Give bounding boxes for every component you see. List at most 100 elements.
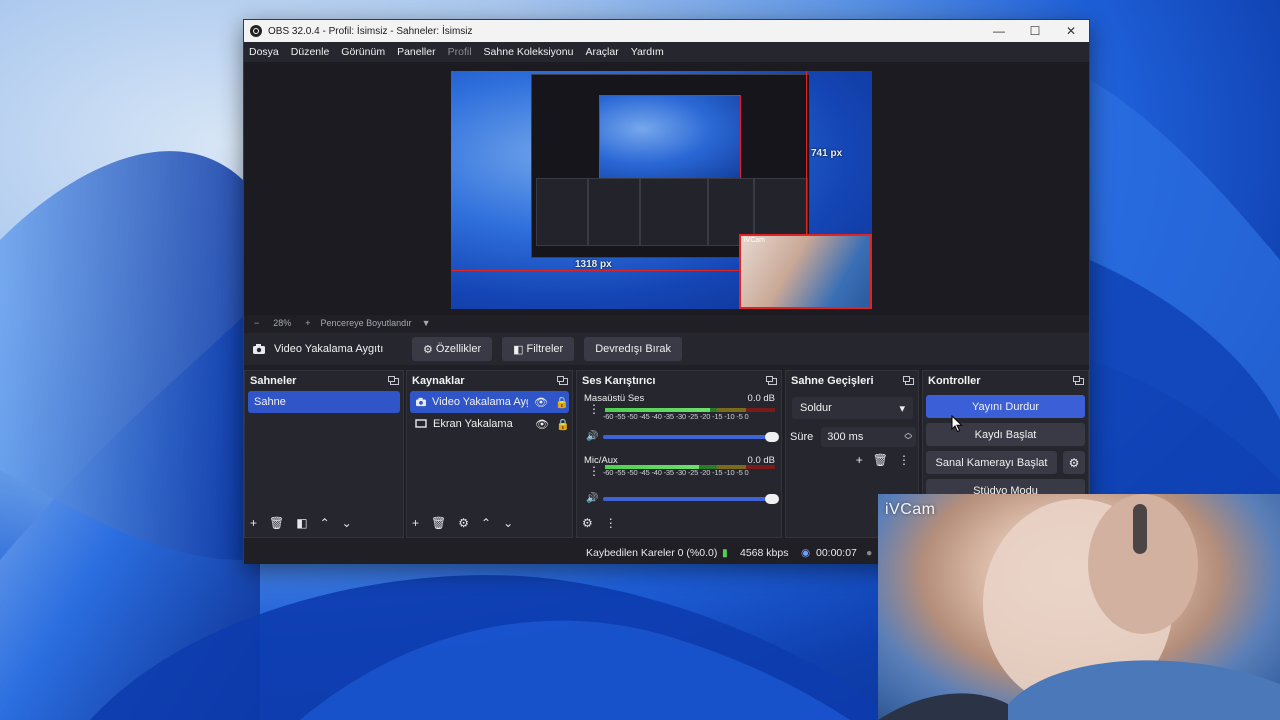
record-indicator-icon: ● xyxy=(866,547,873,559)
undock-icon[interactable] xyxy=(557,375,568,385)
cam-box-label: iVCam xyxy=(744,237,766,244)
more-icon[interactable]: ⋮ xyxy=(588,465,600,477)
filter-icon[interactable]: ◧ xyxy=(296,516,307,530)
duration-label: Süre xyxy=(790,431,814,443)
source-name: Video Yakalama Aygıtı xyxy=(274,343,384,355)
obs-window: OBS 32.0.4 - Profil: İsimsiz - Sahneler:… xyxy=(243,19,1090,564)
signal-icon: ▮ xyxy=(722,547,728,559)
scenes-dock: Sahneler Sahne + 🗑 ◧ ⌃ ⌄ xyxy=(244,370,404,538)
broadcast-icon: ◉ xyxy=(801,547,811,559)
menu-paneller[interactable]: Paneller xyxy=(397,46,436,58)
chevron-up-icon[interactable]: ⌃ xyxy=(481,516,491,530)
nested-panel xyxy=(640,178,708,246)
lock-icon[interactable]: 🔒 xyxy=(555,396,569,409)
menu-sahne-koleksiyonu[interactable]: Sahne Koleksiyonu xyxy=(484,46,574,58)
guide-line-vertical xyxy=(806,71,807,235)
more-icon[interactable]: ⋮ xyxy=(605,516,617,530)
transitions-title: Sahne Geçişleri xyxy=(791,375,874,387)
stop-stream-button[interactable]: Yayını Durdur xyxy=(926,395,1085,418)
menu-profil: Profil xyxy=(447,46,472,58)
source-item-video[interactable]: Video Yakalama Aygı 👁 🔒 xyxy=(410,391,569,413)
gears-icon[interactable]: ⚙ xyxy=(582,516,593,530)
minimize-button[interactable]: — xyxy=(981,20,1017,42)
zoom-bar: − 28% + Pencereye Boyutlandır ▼ xyxy=(244,316,1089,330)
gear-icon: ⚙ xyxy=(423,343,433,356)
trash-icon[interactable]: 🗑 xyxy=(873,453,888,467)
menu-gorunum[interactable]: Görünüm xyxy=(341,46,385,58)
source-label: Ekran Yakalama xyxy=(433,418,513,430)
zoom-out-button[interactable]: − xyxy=(254,318,259,328)
slider-knob[interactable] xyxy=(765,432,779,442)
menu-duzenle[interactable]: Düzenle xyxy=(291,46,330,58)
transition-select[interactable]: Soldur ▾ xyxy=(792,397,913,419)
slider-knob[interactable] xyxy=(765,494,779,504)
speaker-icon[interactable]: 🔊 xyxy=(586,431,598,442)
volume-slider[interactable] xyxy=(603,432,779,442)
virtual-camera-settings-button[interactable]: ⚙ xyxy=(1063,451,1085,474)
filter-icon: ◧ xyxy=(513,343,524,356)
virtual-camera-button[interactable]: Sanal Kamerayı Başlat xyxy=(926,451,1057,474)
menu-bar: Dosya Düzenle Görünüm Paneller Profil Sa… xyxy=(244,42,1089,62)
mixer-channel: Mic/Aux 0.0 dB ⋮ -60 -55 -50 -45 -40 -35… xyxy=(577,453,781,513)
ivcam-webcam-overlay: iVCam xyxy=(878,494,1280,720)
undock-icon[interactable] xyxy=(903,375,914,385)
speaker-icon[interactable]: 🔊 xyxy=(586,493,598,504)
menu-yardim[interactable]: Yardım xyxy=(631,46,664,58)
maximize-button[interactable]: ☐ xyxy=(1017,20,1053,42)
source-toolbar: Video Yakalama Aygıtı ⚙ Özellikler ◧ Fil… xyxy=(244,333,1089,365)
menu-araclar[interactable]: Araçlar xyxy=(585,46,618,58)
meter-scale: -60 -55 -50 -45 -40 -35 -30 -25 -20 -15 … xyxy=(603,468,749,477)
deactivate-label: Devredışı Bırak xyxy=(595,343,671,355)
properties-button[interactable]: ⚙ Özellikler xyxy=(412,337,493,361)
meter-scale: -60 -55 -50 -45 -40 -35 -30 -25 -20 -15 … xyxy=(603,412,749,421)
trash-icon[interactable]: 🗑 xyxy=(431,516,446,530)
gear-icon[interactable]: ⚙ xyxy=(458,516,469,530)
ivcam-label: iVCam xyxy=(885,501,936,518)
eye-icon[interactable]: 👁 xyxy=(534,396,548,409)
close-button[interactable]: ✕ xyxy=(1053,20,1089,42)
zoom-in-button[interactable]: + xyxy=(305,318,310,328)
filters-button[interactable]: ◧ Filtreler xyxy=(502,337,575,361)
nested-screen-capture xyxy=(531,74,810,258)
title-bar[interactable]: OBS 32.0.4 - Profil: İsimsiz - Sahneler:… xyxy=(244,20,1089,42)
more-icon[interactable]: ⋮ xyxy=(588,403,600,415)
dropdown-arrow-icon: ▾ xyxy=(899,402,905,415)
duration-input[interactable]: 300 ms ︿ ﹀ xyxy=(821,427,917,447)
chevron-down-icon[interactable]: ⌄ xyxy=(503,516,513,530)
source-item-screen[interactable]: Ekran Yakalama 👁 🔒 xyxy=(407,413,572,435)
preview-area: 741 px 1318 px iVCam xyxy=(244,62,1089,315)
properties-label: Özellikler xyxy=(435,343,482,355)
volume-slider[interactable] xyxy=(603,494,779,504)
add-icon[interactable]: + xyxy=(412,516,419,530)
obs-app-icon xyxy=(250,25,262,37)
scene-item[interactable]: Sahne xyxy=(248,391,400,413)
eye-icon[interactable]: 👁 xyxy=(535,418,549,431)
lock-icon[interactable]: 🔒 xyxy=(556,418,570,431)
camera-icon xyxy=(416,397,426,407)
sources-dock: Kaynaklar Video Yakalama Aygı 👁 🔒 Ekran … xyxy=(406,370,573,538)
chevron-down-icon[interactable]: ⌄ xyxy=(342,516,352,530)
trash-icon[interactable]: 🗑 xyxy=(269,516,284,530)
sources-title: Kaynaklar xyxy=(412,375,465,387)
preview-canvas[interactable]: 741 px 1318 px iVCam xyxy=(451,71,872,309)
guide-line-horizontal xyxy=(451,270,741,271)
undock-icon[interactable] xyxy=(388,375,399,385)
transition-value: Soldur xyxy=(800,402,832,414)
source-context: Video Yakalama Aygıtı xyxy=(252,343,412,355)
chevron-up-icon[interactable]: ⌃ xyxy=(320,516,330,530)
more-icon[interactable]: ⋮ xyxy=(898,453,910,467)
start-recording-button[interactable]: Kaydı Başlat xyxy=(926,423,1085,446)
zoom-dropdown-icon[interactable]: ▼ xyxy=(422,318,431,328)
selected-source-box[interactable]: iVCam xyxy=(739,234,872,309)
add-icon[interactable]: + xyxy=(250,516,257,530)
undock-icon[interactable] xyxy=(766,375,777,385)
undock-icon[interactable] xyxy=(1073,375,1084,385)
source-label: Video Yakalama Aygı xyxy=(432,396,528,408)
stepper-icon[interactable]: ︿ ﹀ xyxy=(904,429,912,445)
channel-db: 0.0 dB xyxy=(747,393,775,404)
scenes-title: Sahneler xyxy=(250,375,297,387)
add-icon[interactable]: + xyxy=(856,453,863,467)
fit-to-window-button[interactable]: Pencereye Boyutlandır xyxy=(321,318,412,328)
deactivate-button[interactable]: Devredışı Bırak xyxy=(584,337,682,361)
menu-dosya[interactable]: Dosya xyxy=(249,46,279,58)
